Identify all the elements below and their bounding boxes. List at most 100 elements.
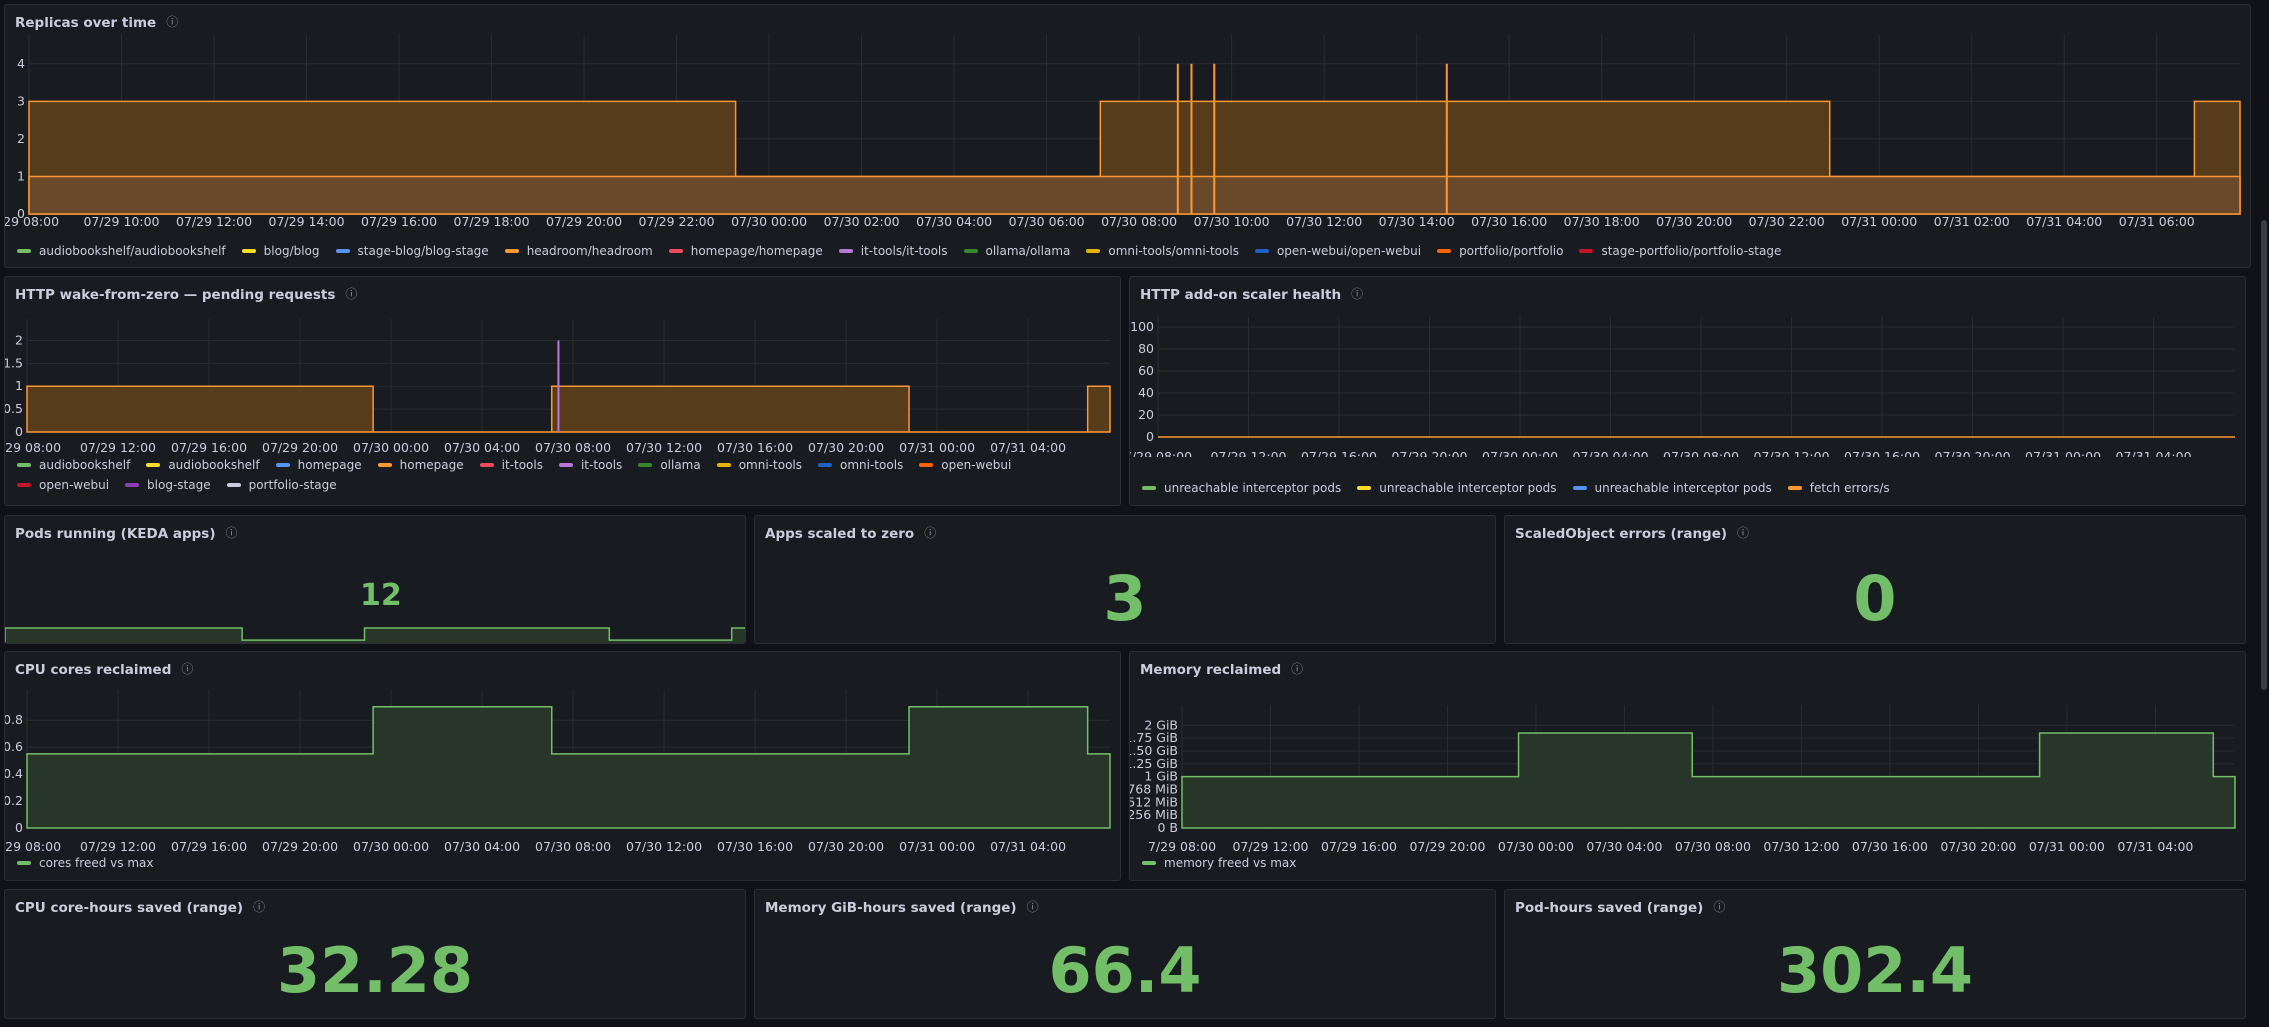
info-icon[interactable]: ⓘ	[253, 898, 265, 915]
legend-item[interactable]: homepage	[275, 455, 362, 475]
panel-memory-hours: Memory GiB-hours saved (range) ⓘ 66.4	[754, 889, 1496, 1019]
cpu-reclaimed-chart: 0 0.2 0.4 0.6 0.8 7/29 08:00 07/29 12:00 07/29 …	[5, 690, 1111, 852]
x-tick-label: 07/29 16:00	[171, 440, 247, 455]
x-tick-label: 07/29 20:00	[1409, 839, 1485, 852]
x-tick-label: 07/30 12:00	[626, 440, 702, 455]
http-pending-chart: 0 0.5 1 1.5 2 7/29 08:00 07/29 12:00 07/29 16:0…	[5, 319, 1111, 455]
x-tick-label: 07/29 12:00	[1210, 449, 1286, 457]
y-tick-label: 40	[1138, 385, 1154, 400]
x-tick-label: 07/30 00:00	[731, 214, 807, 229]
legend-label: headroom/headroom	[526, 244, 653, 258]
legend-swatch	[1254, 249, 1269, 253]
legend-swatch	[716, 463, 731, 467]
legend-item[interactable]: stage-portfolio/portfolio-stage	[1579, 241, 1781, 261]
x-tick-label: 07/31 06:00	[2119, 214, 2195, 229]
y-tick-label: 100	[1130, 319, 1154, 334]
legend-item[interactable]: memory freed vs max	[1142, 853, 1296, 873]
legend-item[interactable]: homepage	[377, 455, 464, 475]
legend-label: it-tools	[501, 458, 543, 472]
panel-scaler-health: HTTP add-on scaler health ⓘ 0 20 40 60 80 100 7…	[1129, 276, 2246, 506]
legend-item[interactable]: open-webui	[919, 455, 1011, 475]
x-tick-label: 07/30 12:00	[1763, 839, 1839, 852]
legend-label: open-webui/open-webui	[1276, 244, 1422, 258]
x-tick-label: 07/30 04:00	[1586, 839, 1662, 852]
x-tick-label: 07/30 16:00	[1471, 214, 1547, 229]
x-tick-label: 07/30 08:00	[535, 839, 611, 852]
x-tick-label: 07/29 22:00	[639, 214, 715, 229]
legend-label: stage-portfolio/portfolio-stage	[1601, 244, 1782, 258]
x-tick-label: 07/31 00:00	[899, 839, 975, 852]
y-tick-label: 1.25 GiB	[1130, 756, 1178, 771]
legend-item[interactable]: unreachable interceptor pods	[1572, 478, 1772, 498]
info-icon[interactable]: ⓘ	[924, 524, 936, 541]
info-icon[interactable]: ⓘ	[1027, 898, 1039, 915]
legend-item[interactable]: audiobookshelf/audiobookshelf	[17, 241, 226, 261]
legend-item[interactable]: blog/blog	[241, 241, 320, 261]
x-tick-label: 07/30 04:00	[1573, 449, 1649, 457]
y-tick-label: 1	[17, 168, 25, 183]
x-tick-label: 07/31 04:00	[990, 440, 1066, 455]
legend-item[interactable]: audiobookshelf	[17, 455, 130, 475]
legend-swatch	[818, 463, 832, 467]
x-tick-label: 7/29 08:00	[5, 440, 61, 455]
x-tick-label: 07/30 08:00	[535, 440, 611, 455]
legend-item[interactable]: it-tools	[479, 455, 543, 475]
legend-item[interactable]: audiobookshelf	[146, 455, 260, 475]
page-scrollbar[interactable]	[2261, 220, 2267, 690]
x-tick-label: 7/29 08:00	[1148, 839, 1216, 852]
legend-item[interactable]: unreachable interceptor pods	[1357, 478, 1557, 498]
info-icon[interactable]: ⓘ	[1713, 898, 1725, 915]
legend-item[interactable]: portfolio-stage	[226, 475, 337, 495]
x-tick-label: 07/29 20:00	[262, 440, 338, 455]
stat-value: 0	[1853, 562, 1897, 635]
legend-item[interactable]: unreachable interceptor pods	[1142, 478, 1341, 498]
panel-cpu-reclaimed: CPU cores reclaimedⓘ 00.20.40.60.87/29 0…	[4, 651, 1121, 881]
y-tick-label: 0.4	[5, 766, 23, 781]
panel-title: Apps scaled to zero ⓘ	[765, 524, 937, 542]
legend-item[interactable]: portfolio/portfolio	[1437, 241, 1563, 261]
legend-item[interactable]: omni-tools	[716, 455, 802, 475]
y-tick-label: 60	[1138, 363, 1154, 378]
x-tick-label: 07/31 04:00	[990, 839, 1066, 852]
x-tick-label: 07/30 14:00	[1379, 214, 1455, 229]
x-tick-label: 07/29 20:00	[262, 839, 338, 852]
legend-item[interactable]: ollama/ollama	[963, 241, 1070, 261]
legend-swatch	[1579, 249, 1594, 253]
x-tick-label: 07/29 20:00	[1391, 449, 1467, 457]
legend-item[interactable]: ollama	[638, 455, 701, 475]
x-tick-label: /29 08:00	[5, 214, 59, 229]
legend-item[interactable]: stage-blog/blog-stage	[335, 241, 489, 261]
legend-label: audiobookshelf/audiobookshelf	[39, 244, 226, 258]
legend-swatch	[638, 463, 653, 467]
legend-item[interactable]: homepage/homepage	[668, 241, 823, 261]
legend-item[interactable]: open-webui/open-webui	[1254, 241, 1422, 261]
y-tick-label: 0.2	[5, 793, 23, 808]
legend-item[interactable]: fetch errors/s	[1787, 478, 1890, 498]
legend-item[interactable]: it-tools/it-tools	[838, 241, 948, 261]
legend-swatch	[1142, 486, 1156, 490]
legend-item[interactable]: headroom/headroom	[504, 241, 653, 261]
series-area	[5, 627, 745, 643]
info-icon[interactable]: ⓘ	[1737, 524, 1749, 541]
legend-item[interactable]: omni-tools/omni-tools	[1086, 241, 1239, 261]
legend-swatch	[226, 483, 241, 487]
x-tick-label: 07/30 04:00	[444, 440, 520, 455]
legend-item[interactable]: it-tools	[558, 455, 622, 475]
stat-value: 66.4	[1048, 934, 1202, 1007]
legend-item[interactable]: cores freed vs max	[17, 853, 153, 873]
legend-label: audiobookshelf	[168, 458, 260, 472]
legend-item[interactable]: blog-stage	[125, 475, 211, 495]
legend-swatch	[838, 249, 853, 253]
legend-item[interactable]: open-webui	[17, 475, 109, 495]
series-area	[28, 175, 2241, 215]
panel-memory-reclaimed: Memory reclaimed ⓘ 0 B 256 MiB 512 MiB 768 M…	[1129, 651, 2246, 881]
legend-label: memory freed vs max	[1164, 856, 1297, 870]
x-tick-label: 07/30 18:00	[1564, 214, 1640, 229]
x-tick-label: 7/29 08:00	[1130, 449, 1192, 457]
y-tick-label: 1	[15, 378, 23, 393]
legend-item[interactable]: omni-tools	[818, 455, 903, 475]
x-tick-label: 07/31 04:00	[2116, 449, 2192, 457]
y-tick-label: 0.5	[5, 401, 23, 416]
x-tick-label: 07/30 00:00	[353, 839, 429, 852]
legend-label: fetch errors/s	[1809, 481, 1890, 495]
